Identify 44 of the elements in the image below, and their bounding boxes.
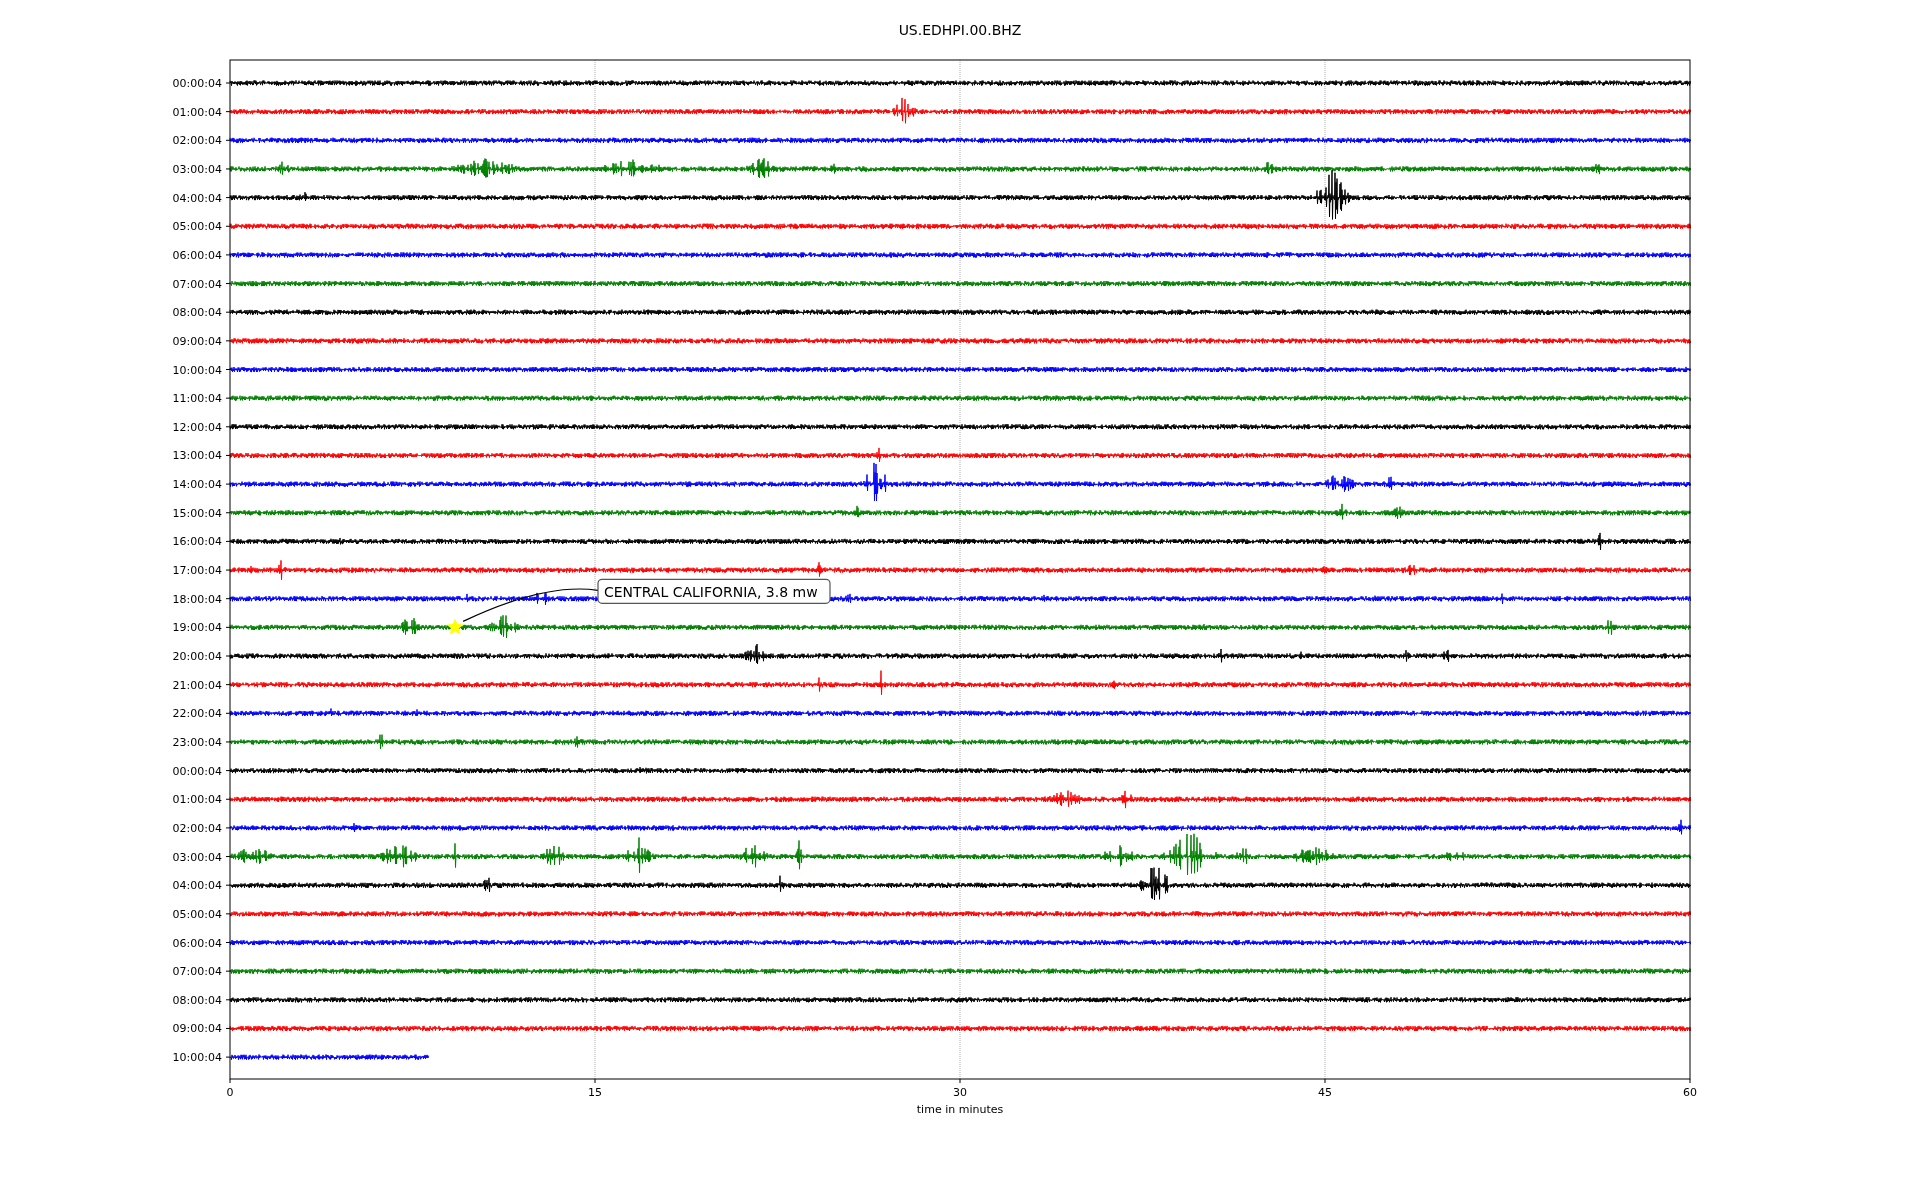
y-tick-label: 20:00:04	[172, 650, 222, 663]
y-tick-label: 17:00:04	[172, 564, 222, 578]
x-tick-label: 30	[953, 1086, 967, 1099]
y-tick-label: 07:00:04	[172, 277, 222, 291]
y-tick-label: 02:00:04	[172, 134, 222, 148]
y-tick-label: 16:00:04	[172, 535, 222, 549]
y-tick-label: 00:00:04	[172, 77, 222, 90]
y-tick-label: 19:00:04	[172, 621, 222, 635]
x-axis-label: time in minutes	[916, 1103, 1004, 1116]
y-tick-label: 02:00:04	[172, 821, 222, 835]
y-tick-label: 08:00:04	[172, 306, 222, 320]
y-tick-label: 08:00:04	[172, 993, 222, 1007]
y-tick-label: 21:00:04	[172, 678, 222, 692]
y-tick-label: 03:00:04	[172, 850, 222, 864]
x-tick-label: 60	[1683, 1086, 1697, 1099]
y-tick-label: 22:00:04	[172, 707, 222, 721]
star-icon	[446, 618, 464, 635]
y-tick-label: 04:00:04	[172, 879, 222, 893]
y-tick-label: 13:00:04	[172, 449, 222, 463]
plot-title: US.EDHPI.00.BHZ	[898, 22, 1022, 38]
y-tick-label: 11:00:04	[172, 392, 222, 406]
y-tick-label: 00:00:04	[172, 764, 222, 778]
y-tick-label: 05:00:04	[172, 220, 222, 234]
y-tick-label: 12:00:04	[172, 420, 222, 434]
y-tick-label: 10:00:04	[172, 363, 222, 377]
y-tick-label: 05:00:04	[172, 907, 222, 921]
x-tick-label: 45	[1318, 1086, 1332, 1099]
y-tick-label: 14:00:04	[172, 478, 222, 492]
y-tick-label: 03:00:04	[172, 162, 222, 176]
annotation-label: CENTRAL CALIFORNIA, 3.8 mw	[597, 578, 831, 604]
y-tick-label: 07:00:04	[172, 965, 222, 979]
y-tick-label: 09:00:04	[172, 334, 222, 348]
y-tick-label: 01:00:04	[172, 793, 222, 807]
y-tick-label: 10:00:04	[172, 1051, 222, 1065]
y-tick-label: 06:00:04	[172, 248, 222, 262]
x-tick-label: 0	[226, 1086, 234, 1099]
y-tick-label: 01:00:04	[172, 105, 222, 119]
y-tick-label: 04:00:04	[172, 191, 222, 205]
y-tick-label: 23:00:04	[172, 735, 222, 749]
y-tick-label: 18:00:04	[172, 592, 222, 606]
y-tick-label: 09:00:04	[172, 1022, 222, 1036]
x-tick-label: 15	[588, 1086, 602, 1099]
y-tick-label: 06:00:04	[172, 936, 222, 950]
y-tick-label: 15:00:04	[172, 506, 222, 520]
